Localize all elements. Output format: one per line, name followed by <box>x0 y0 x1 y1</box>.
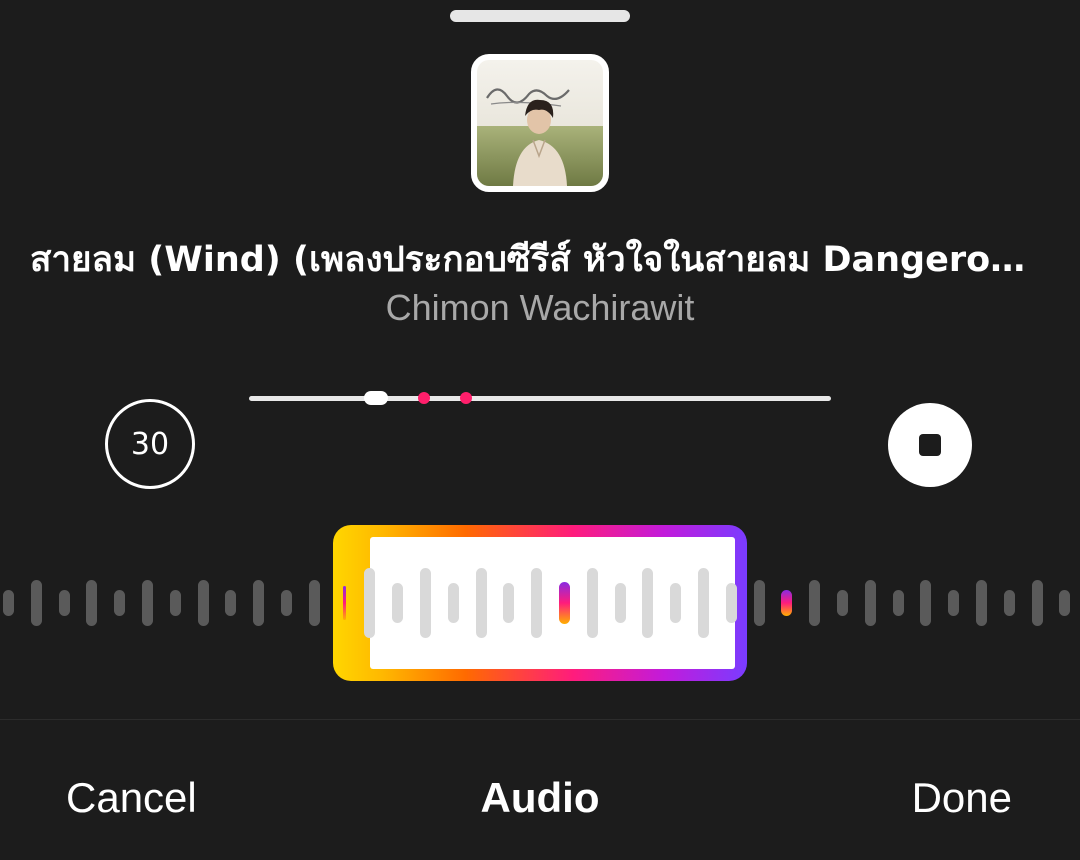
waveform-bar <box>392 583 403 623</box>
waveform-bar <box>309 580 320 626</box>
waveform-bar <box>615 583 626 623</box>
waveform-bar <box>865 580 876 626</box>
waveform-bar <box>837 590 848 616</box>
waveform-bar <box>948 590 959 616</box>
waveform-bar <box>3 590 14 616</box>
waveform-bar <box>559 582 570 624</box>
waveform-bar <box>920 580 931 626</box>
waveform-bar <box>698 568 709 638</box>
track-scrubber[interactable] <box>249 391 831 405</box>
album-cover <box>471 54 609 192</box>
song-title: สายลม (Wind) (เพลงประกอบซีรีส์ หัวใจในสา… <box>30 240 1050 280</box>
waveform-bar <box>281 590 292 616</box>
waveform-bar <box>1059 590 1070 616</box>
scrubber-thumb[interactable] <box>364 391 388 405</box>
waveform-bar <box>364 568 375 638</box>
waveform-bar <box>114 590 125 616</box>
footer-divider <box>0 719 1080 720</box>
waveform-bar <box>170 590 181 616</box>
lyric-marker-dot <box>460 392 472 404</box>
waveform-bar <box>142 580 153 626</box>
waveform-bar <box>420 568 431 638</box>
waveform-bar <box>1032 580 1043 626</box>
artist-name: Chimon Wachirawit <box>385 287 695 328</box>
waveform-bar <box>59 590 70 616</box>
playhead-marker <box>343 586 346 620</box>
waveform-bar <box>503 583 514 623</box>
waveform-bar <box>781 590 792 616</box>
waveform-bar <box>670 583 681 623</box>
waveform-bar <box>476 568 487 638</box>
waveform-bar <box>726 583 737 623</box>
done-button[interactable]: Done <box>912 772 1012 824</box>
waveform-bar <box>31 580 42 626</box>
waveform-bar <box>448 583 459 623</box>
waveform-bar <box>893 590 904 616</box>
waveform-bar <box>587 568 598 638</box>
waveform-bar <box>642 568 653 638</box>
waveform-bar <box>976 580 987 626</box>
waveform-bar <box>1004 590 1015 616</box>
audio-picker-sheet: สายลม (Wind) (เพลงประกอบซีรีส์ หัวใจในสา… <box>0 0 1080 860</box>
waveform-bar <box>531 568 542 638</box>
waveform-bar <box>198 580 209 626</box>
waveform-bar <box>809 580 820 626</box>
lyric-marker-dot <box>418 392 430 404</box>
stop-icon <box>919 434 941 456</box>
waveform-bar <box>253 580 264 626</box>
clip-duration-button[interactable]: 30 <box>105 399 195 489</box>
waveform-bar <box>754 580 765 626</box>
waveform-bar <box>225 590 236 616</box>
sheet-grabber[interactable] <box>450 10 630 22</box>
waveform-bar <box>86 580 97 626</box>
stop-button[interactable] <box>888 403 972 487</box>
